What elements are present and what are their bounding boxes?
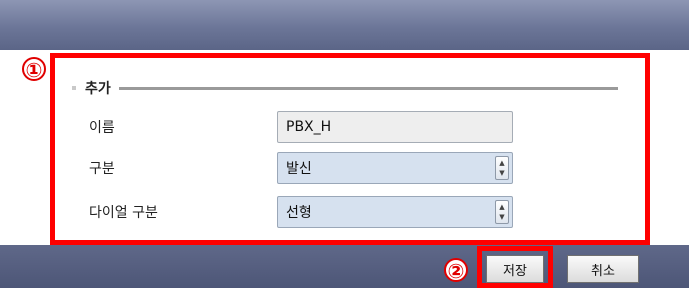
- chevron-down-icon: ▼: [499, 213, 505, 221]
- dial-type-label: 다이얼 구분: [89, 205, 158, 221]
- form-row-name: 이름 PBX_H: [89, 111, 529, 143]
- name-input[interactable]: PBX_H: [277, 111, 513, 143]
- form-row-dial-type: 다이얼 구분 선형 ▲ ▼: [89, 196, 529, 228]
- name-label: 이름: [89, 120, 115, 136]
- type-label: 구분: [89, 161, 115, 177]
- type-select-value: 발신: [286, 161, 312, 177]
- form-row-type: 구분 발신 ▲ ▼: [89, 152, 529, 184]
- dial-type-select[interactable]: 선형 ▲ ▼: [277, 196, 513, 228]
- cancel-button[interactable]: 취소: [567, 255, 639, 283]
- section-title: 추가: [85, 81, 111, 97]
- annotation-marker-1: ①: [22, 57, 46, 81]
- bullet-icon: [72, 86, 76, 90]
- section-header: 추가: [72, 78, 618, 98]
- name-input-value: PBX_H: [286, 119, 332, 135]
- chevron-up-icon: ▲: [499, 159, 505, 167]
- save-button[interactable]: 저장: [486, 255, 544, 283]
- dialog-title-bar: [0, 0, 689, 50]
- type-select[interactable]: 발신 ▲ ▼: [277, 152, 513, 184]
- dial-type-select-value: 선형: [286, 205, 312, 221]
- chevron-down-icon: ▼: [499, 169, 505, 177]
- type-spinner[interactable]: ▲ ▼: [495, 156, 509, 180]
- dial-type-spinner[interactable]: ▲ ▼: [495, 200, 509, 224]
- section-divider: [118, 86, 618, 90]
- chevron-up-icon: ▲: [499, 203, 505, 211]
- annotation-marker-2: ②: [444, 258, 468, 282]
